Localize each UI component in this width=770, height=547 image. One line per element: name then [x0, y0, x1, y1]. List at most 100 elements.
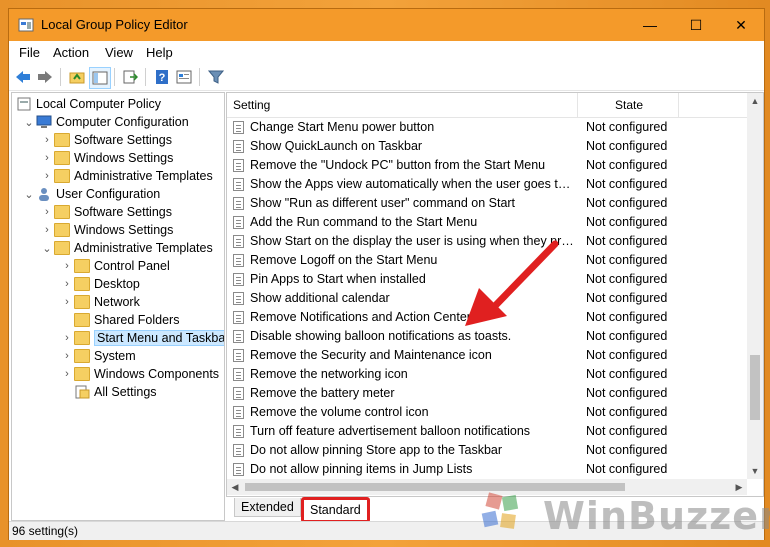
column-state[interactable]: State: [615, 98, 643, 112]
table-row[interactable]: Remove the "Undock PC" button from the S…: [227, 156, 747, 175]
properties-icon[interactable]: [174, 67, 194, 87]
policy-setting-icon: [233, 292, 244, 305]
collapsed-chevron-icon[interactable]: ›: [60, 350, 74, 362]
toolbar: ?: [9, 64, 764, 91]
table-row[interactable]: Show the Apps view automatically when th…: [227, 175, 747, 194]
scroll-up-icon[interactable]: ▲: [747, 93, 763, 109]
policy-tree: Local Computer Policy ⌄ Computer Configu…: [11, 92, 225, 521]
table-row[interactable]: Show "Run as different user" command on …: [227, 194, 747, 213]
collapsed-chevron-icon[interactable]: ›: [60, 296, 74, 308]
scroll-left-icon[interactable]: ◀: [227, 479, 243, 495]
setting-state: Not configured: [586, 234, 668, 248]
table-row[interactable]: Turn off feature advertisement balloon n…: [227, 422, 747, 441]
annotation-arrow-icon: [465, 240, 559, 326]
collapsed-chevron-icon[interactable]: ›: [60, 278, 74, 290]
setting-state: Not configured: [586, 196, 668, 210]
computer-policy-icon: [17, 97, 31, 111]
table-row[interactable]: Remove the volume control icon Not config…: [227, 403, 747, 422]
tree-windows-components[interactable]: › Windows Components: [60, 365, 219, 383]
tree-shared-folders[interactable]: Shared Folders: [60, 311, 179, 329]
tree-system[interactable]: › System: [60, 347, 136, 365]
folder-icon: [54, 169, 70, 183]
table-row[interactable]: Show QuickLaunch on Taskbar Not configure…: [227, 137, 747, 156]
up-folder-icon[interactable]: [67, 67, 87, 87]
tree-desktop[interactable]: › Desktop: [60, 275, 140, 293]
folder-icon: [74, 313, 90, 327]
collapsed-chevron-icon[interactable]: ›: [40, 224, 54, 236]
policy-setting-icon: [233, 444, 244, 457]
policy-setting-icon: [233, 463, 244, 476]
tree-uc-administrative-templates[interactable]: ⌄ Administrative Templates: [40, 239, 213, 257]
tree-control-panel[interactable]: › Control Panel: [60, 257, 170, 275]
table-row[interactable]: Remove the networking icon Not configured: [227, 365, 747, 384]
setting-name: Turn off feature advertisement balloon n…: [250, 424, 531, 438]
collapsed-chevron-icon[interactable]: ›: [40, 134, 54, 146]
forward-icon[interactable]: [35, 67, 55, 87]
svg-text:?: ?: [159, 72, 166, 84]
menu-view[interactable]: View: [105, 45, 133, 60]
setting-name: Change Start Menu power button: [250, 120, 435, 134]
collapsed-chevron-icon[interactable]: ›: [40, 152, 54, 164]
help-icon[interactable]: ?: [152, 67, 172, 87]
maximize-button[interactable]: ☐: [673, 9, 719, 41]
setting-state: Not configured: [586, 386, 668, 400]
table-row[interactable]: Remove the Security and Maintenance icon…: [227, 346, 747, 365]
tree-network[interactable]: › Network: [60, 293, 140, 311]
expanded-chevron-icon[interactable]: ⌄: [40, 242, 54, 255]
setting-state: Not configured: [586, 120, 668, 134]
tree-all-settings[interactable]: All Settings: [60, 383, 157, 401]
table-row[interactable]: Remove the battery meter Not configured: [227, 384, 747, 403]
setting-name: Remove the battery meter: [250, 386, 395, 400]
filter-icon[interactable]: [206, 67, 226, 87]
expanded-chevron-icon[interactable]: ⌄: [22, 188, 36, 201]
tree-uc-software-settings[interactable]: › Software Settings: [40, 203, 172, 221]
collapsed-chevron-icon[interactable]: ›: [60, 260, 74, 272]
back-icon[interactable]: [13, 67, 33, 87]
menu-file[interactable]: File: [19, 45, 40, 60]
tree-uc-windows-settings[interactable]: › Windows Settings: [40, 221, 173, 239]
tree-user-configuration[interactable]: ⌄ User Configuration: [22, 185, 160, 203]
table-row[interactable]: Add the Run command to the Start Menu Not…: [227, 213, 747, 232]
tree-cc-software-settings[interactable]: › Software Settings: [40, 131, 172, 149]
column-setting[interactable]: Setting: [233, 98, 270, 112]
setting-name: Remove the volume control icon: [250, 405, 429, 419]
show-hide-tree-icon[interactable]: [89, 67, 111, 89]
collapsed-chevron-icon[interactable]: ›: [60, 332, 74, 344]
folder-icon: [74, 331, 90, 345]
setting-name: Show the Apps view automatically when th…: [250, 177, 575, 191]
table-row[interactable]: Do not allow pinning Store app to the Ta…: [227, 441, 747, 460]
close-button[interactable]: ✕: [718, 9, 764, 41]
table-row[interactable]: Change Start Menu power button Not config…: [227, 118, 747, 137]
setting-state: Not configured: [586, 215, 668, 229]
watermark-logo-icon: [481, 492, 519, 529]
tree-cc-windows-settings[interactable]: › Windows Settings: [40, 149, 173, 167]
expanded-chevron-icon[interactable]: ⌄: [22, 116, 36, 129]
vertical-scrollbar[interactable]: ▲ ▼: [747, 93, 763, 479]
tree-computer-configuration[interactable]: ⌄ Computer Configuration: [22, 113, 188, 131]
computer-icon: [36, 115, 52, 128]
watermark: WinBuzzer: [468, 488, 770, 538]
vertical-scroll-thumb[interactable]: [750, 355, 760, 420]
collapsed-chevron-icon[interactable]: ›: [60, 368, 74, 380]
tab-standard[interactable]: Standard: [301, 497, 370, 523]
title-bar[interactable]: Local Group Policy Editor — ☐ ✕: [9, 9, 764, 41]
tab-extended[interactable]: Extended: [234, 498, 301, 517]
export-list-icon[interactable]: [120, 67, 140, 87]
tree-start-menu-and-taskbar[interactable]: › Start Menu and Taskbar: [60, 329, 224, 347]
table-row[interactable]: Do not allow pinning items in Jump Lists…: [227, 460, 747, 479]
scroll-down-icon[interactable]: ▼: [747, 463, 763, 479]
folder-icon: [54, 133, 70, 147]
menu-action[interactable]: Action: [53, 45, 89, 60]
setting-state: Not configured: [586, 310, 668, 324]
collapsed-chevron-icon[interactable]: ›: [40, 206, 54, 218]
gpedit-app-icon: [18, 18, 34, 32]
minimize-button[interactable]: —: [627, 9, 673, 41]
tree-cc-administrative-templates[interactable]: › Administrative Templates: [40, 167, 213, 185]
menu-help[interactable]: Help: [146, 45, 173, 60]
collapsed-chevron-icon[interactable]: ›: [40, 170, 54, 182]
policy-setting-icon: [233, 197, 244, 210]
tree-root[interactable]: Local Computer Policy: [16, 95, 161, 113]
folder-icon: [74, 349, 90, 363]
setting-name: Do not allow pinning items in Jump Lists: [250, 462, 473, 476]
folder-icon: [74, 277, 90, 291]
